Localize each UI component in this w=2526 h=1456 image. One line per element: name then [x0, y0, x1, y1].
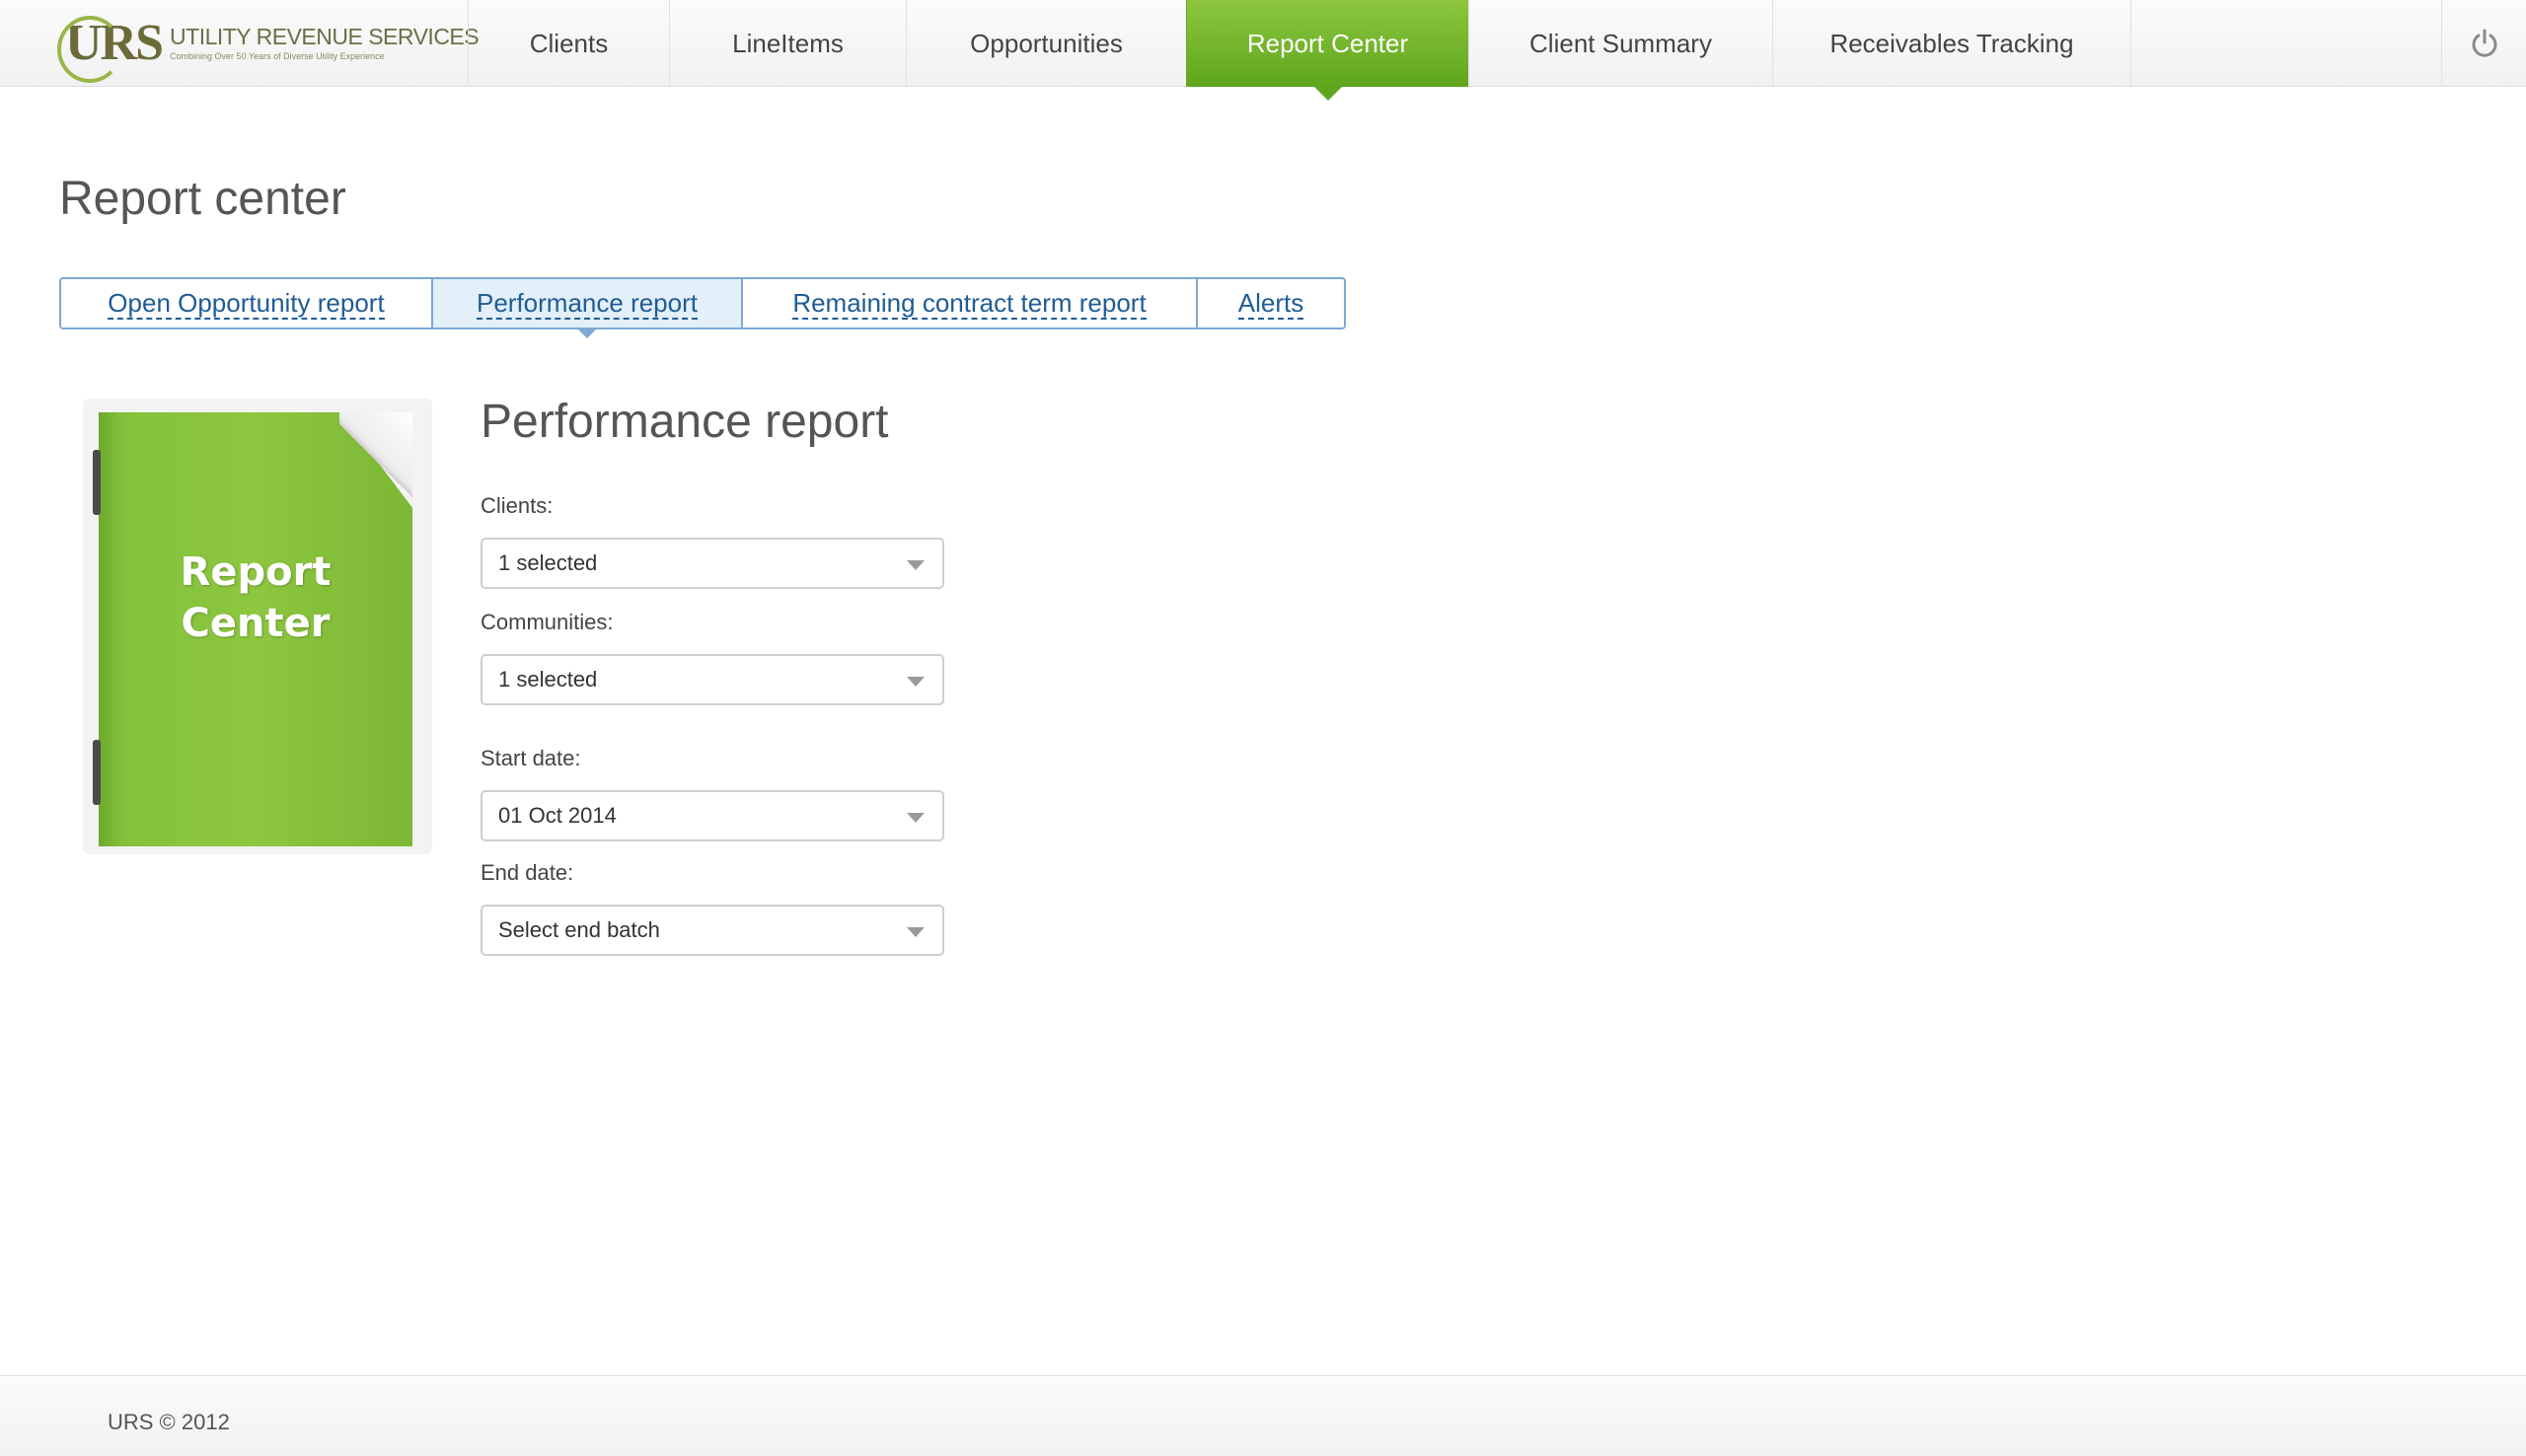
nav-client-summary[interactable]: Client Summary — [1468, 0, 1772, 87]
logout-button[interactable] — [2441, 0, 2526, 87]
tab-performance-report[interactable]: Performance report — [431, 277, 743, 338]
report-center-illustration: Report Center — [83, 399, 432, 854]
page-title: Report center — [59, 173, 346, 225]
illustration-label: Report Center — [180, 549, 332, 646]
clients-select[interactable]: 1 selected — [481, 538, 944, 589]
form-title: Performance report — [481, 396, 889, 448]
nav-report-center[interactable]: Report Center — [1186, 0, 1468, 101]
footer: URS © 2012 — [0, 1375, 2526, 1456]
chevron-down-icon — [907, 677, 925, 687]
communities-select[interactable]: 1 selected — [481, 654, 944, 705]
start-date-select[interactable]: 01 Oct 2014 — [481, 790, 944, 841]
tab-remaining-contract-term-report[interactable]: Remaining contract term report — [741, 277, 1198, 329]
end-date-select[interactable]: Select end batch — [481, 905, 944, 956]
logo-mark: URS — [57, 14, 164, 83]
chevron-down-icon — [907, 560, 925, 570]
chevron-down-icon — [907, 813, 925, 823]
power-icon — [2472, 29, 2496, 57]
clients-label: Clients: — [481, 493, 554, 518]
nav-lineitems[interactable]: LineItems — [669, 0, 906, 87]
top-navigation-bar: URS UTILITY REVENUE SERVICES Combining O… — [0, 0, 2526, 101]
end-date-label: End date: — [481, 860, 574, 885]
start-date-label: Start date: — [481, 746, 581, 770]
urs-logo[interactable]: URS UTILITY REVENUE SERVICES Combining O… — [57, 10, 480, 83]
main-nav: Clients LineItems Opportunities Report C… — [468, 0, 2131, 101]
tab-alerts[interactable]: Alerts — [1196, 277, 1346, 329]
nav-clients[interactable]: Clients — [468, 0, 669, 87]
logo-tagline: Combining Over 50 Years of Diverse Utili… — [170, 51, 385, 61]
report-tabs: Open Opportunity report Performance repo… — [59, 277, 1346, 338]
tab-open-opportunity-report[interactable]: Open Opportunity report — [59, 277, 433, 329]
logo-name: UTILITY REVENUE SERVICES — [170, 24, 480, 49]
chevron-down-icon — [907, 927, 925, 937]
nav-opportunities[interactable]: Opportunities — [906, 0, 1186, 87]
communities-label: Communities: — [481, 610, 614, 634]
nav-receivables-tracking[interactable]: Receivables Tracking — [1772, 0, 2131, 87]
copyright: URS © 2012 — [108, 1410, 230, 1434]
